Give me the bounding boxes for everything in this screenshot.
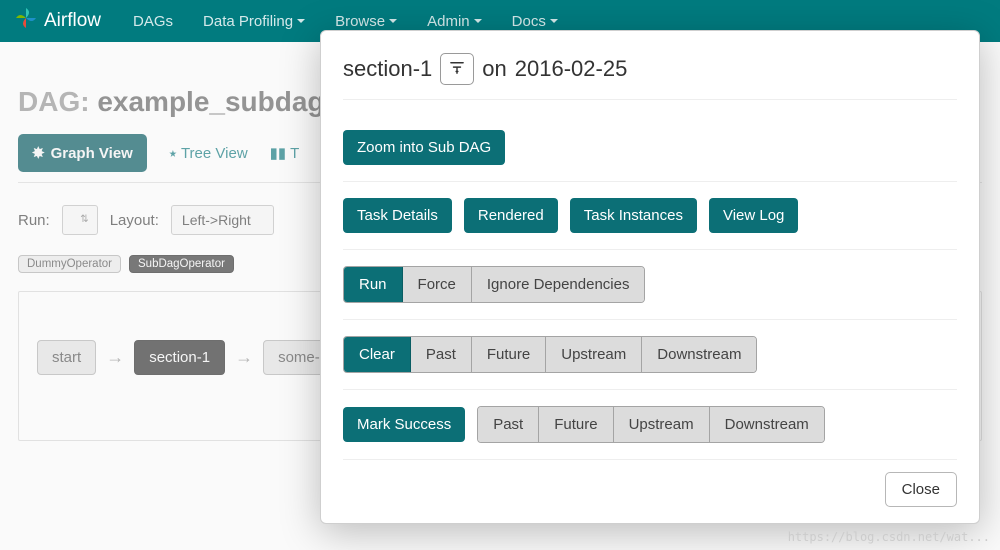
chevron-down-icon xyxy=(297,19,305,23)
section-mark-success: Mark Success Past Future Upstream Downst… xyxy=(343,390,957,460)
node-section-1[interactable]: section-1 xyxy=(134,340,225,375)
arrow-icon: → xyxy=(106,347,124,368)
clear-past-toggle[interactable]: Past xyxy=(411,337,472,372)
node-start[interactable]: start xyxy=(37,340,96,375)
modal-on-word: on xyxy=(482,56,506,82)
clear-button[interactable]: Clear xyxy=(344,337,411,372)
mark-success-button-group: Past Future Upstream Downstream xyxy=(477,406,825,443)
chevron-down-icon xyxy=(474,19,482,23)
tree-icon: ⭑ xyxy=(169,145,177,162)
rendered-button[interactable]: Rendered xyxy=(464,198,558,233)
filter-icon xyxy=(450,61,464,78)
tab-graph-view[interactable]: ✸ Graph View xyxy=(18,134,147,172)
task-details-button[interactable]: Task Details xyxy=(343,198,452,233)
ms-downstream-toggle[interactable]: Downstream xyxy=(710,407,824,442)
ms-upstream-toggle[interactable]: Upstream xyxy=(614,407,710,442)
section-run: Run Force Ignore Dependencies xyxy=(343,250,957,320)
layout-label: Layout: xyxy=(110,212,159,229)
clear-downstream-toggle[interactable]: Downstream xyxy=(642,337,756,372)
brand-text: Airflow xyxy=(44,10,101,32)
arrow-icon: → xyxy=(235,347,253,368)
section-details: Task Details Rendered Task Instances Vie… xyxy=(343,182,957,250)
nav-dags[interactable]: DAGs xyxy=(133,13,173,30)
task-modal: section-1 on 2016-02-25 Zoom into Sub DA… xyxy=(320,30,980,524)
chevron-down-icon xyxy=(550,19,558,23)
modal-footer: Close xyxy=(343,460,957,507)
filter-button[interactable] xyxy=(440,53,474,85)
modal-task-name: section-1 xyxy=(343,56,432,82)
nav-data-profiling[interactable]: Data Profiling xyxy=(203,13,305,30)
ms-past-toggle[interactable]: Past xyxy=(478,407,539,442)
run-label: Run: xyxy=(18,212,50,229)
ignore-dependencies-toggle[interactable]: Ignore Dependencies xyxy=(472,267,645,302)
legend-subdag-operator: SubDagOperator xyxy=(129,255,234,273)
watermark: https://blog.csdn.net/wat... xyxy=(788,530,990,544)
run-button-group: Run Force Ignore Dependencies xyxy=(343,266,645,303)
modal-header: section-1 on 2016-02-25 xyxy=(343,53,957,100)
section-zoom: Zoom into Sub DAG xyxy=(343,114,957,182)
tab-task-duration[interactable]: ▮▮ T xyxy=(270,144,300,162)
legend-dummy-operator: DummyOperator xyxy=(18,255,121,273)
brand[interactable]: Airflow xyxy=(14,6,101,36)
pinwheel-icon xyxy=(14,6,38,36)
force-toggle[interactable]: Force xyxy=(403,267,472,302)
task-instances-button[interactable]: Task Instances xyxy=(570,198,697,233)
mark-success-button[interactable]: Mark Success xyxy=(343,407,465,442)
layout-select[interactable]: Left->Right xyxy=(171,205,274,235)
nav-admin[interactable]: Admin xyxy=(427,13,482,30)
dag-name: example_subdag_o xyxy=(97,86,357,117)
gear-icon: ✸ xyxy=(32,144,45,162)
nav-docs[interactable]: Docs xyxy=(512,13,558,30)
clear-future-toggle[interactable]: Future xyxy=(472,337,546,372)
clear-button-group: Clear Past Future Upstream Downstream xyxy=(343,336,757,373)
nav-browse[interactable]: Browse xyxy=(335,13,397,30)
nav-links: DAGs Data Profiling Browse Admin Docs xyxy=(133,13,558,30)
section-clear: Clear Past Future Upstream Downstream xyxy=(343,320,957,390)
view-log-button[interactable]: View Log xyxy=(709,198,798,233)
bar-chart-icon: ▮▮ xyxy=(270,144,287,162)
ms-future-toggle[interactable]: Future xyxy=(539,407,613,442)
run-button[interactable]: Run xyxy=(344,267,403,302)
clear-upstream-toggle[interactable]: Upstream xyxy=(546,337,642,372)
updown-icon: ⇅ xyxy=(80,215,88,225)
close-button[interactable]: Close xyxy=(885,472,957,507)
run-select[interactable]: ⇅ xyxy=(62,205,98,235)
chevron-down-icon xyxy=(389,19,397,23)
zoom-into-subdag-button[interactable]: Zoom into Sub DAG xyxy=(343,130,505,165)
tab-tree-view[interactable]: ⭑ Tree View xyxy=(169,145,248,162)
modal-date: 2016-02-25 xyxy=(515,56,628,82)
